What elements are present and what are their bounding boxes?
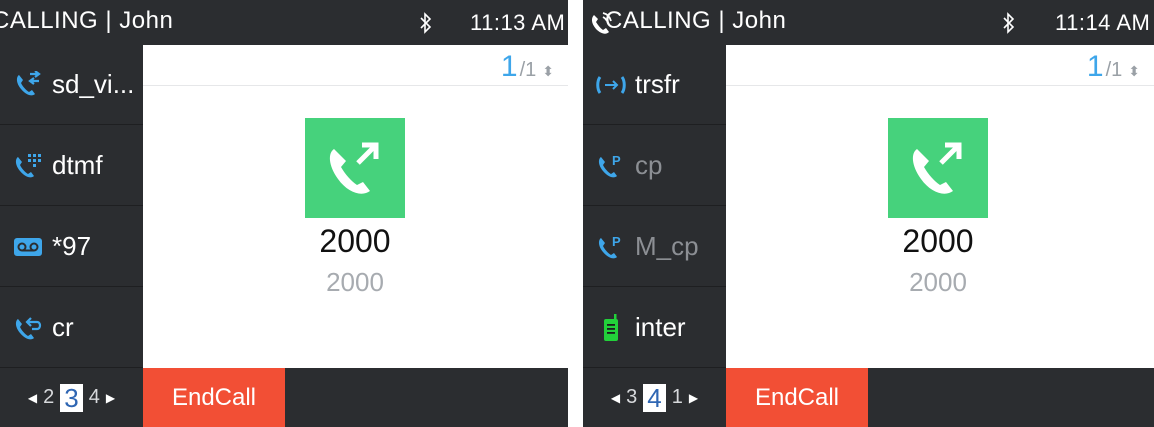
outgoing-call-icon <box>888 118 988 218</box>
image-divider <box>568 0 583 427</box>
call-counter: 1 /1 ⬍ <box>1087 50 1140 84</box>
call-name: 2000 <box>909 267 967 297</box>
side-key-label: *97 <box>52 231 92 261</box>
bluetooth-icon <box>1003 12 1015 34</box>
page-prev-arrow-icon[interactable]: ◀ <box>611 391 620 405</box>
svg-text:P: P <box>612 153 621 168</box>
side-key-label: M_cp <box>635 231 699 261</box>
side-key-label: trsfr <box>635 69 680 99</box>
call-park-icon: P <box>593 150 629 182</box>
softkey-bar: EndCall <box>726 368 1154 427</box>
side-key-label: dtmf <box>52 150 103 180</box>
status-title: CALLING | John <box>605 7 787 34</box>
call-return-icon <box>10 312 46 344</box>
status-time: 11:13 AM <box>470 10 566 35</box>
call-number: 2000 <box>319 223 391 259</box>
up-down-arrow-icon[interactable]: ⬍ <box>542 64 554 78</box>
status-title: CALLING | John <box>0 7 174 34</box>
svg-text:P: P <box>612 234 621 249</box>
side-key-inter[interactable]: inter <box>583 288 726 368</box>
bluetooth-icon <box>420 12 432 34</box>
line-key-sidebar: sd_vi... dtmf *97 cr <box>0 45 143 368</box>
call-counter: 1 /1 ⬍ <box>501 50 554 84</box>
side-key-label: inter <box>635 312 686 342</box>
endcall-button[interactable]: EndCall <box>143 368 285 427</box>
phone-screen-right: CALLING | John 11:14 AM trsfr P cp P M_c… <box>583 0 1154 427</box>
call-name: 2000 <box>326 267 384 297</box>
key-page-indicator[interactable]: ◀ 2 3 4 ▶ <box>0 368 143 427</box>
page-next[interactable]: 4 <box>89 386 100 409</box>
page-prev[interactable]: 2 <box>43 386 54 409</box>
divider <box>726 85 1154 86</box>
page-next[interactable]: 1 <box>672 386 683 409</box>
page-current: 4 <box>643 383 666 412</box>
dtmf-keypad-icon <box>10 150 46 182</box>
page-current: 3 <box>60 383 83 412</box>
call-counter-total: /1 <box>519 59 537 81</box>
side-key-dtmf[interactable]: dtmf <box>0 126 143 206</box>
voicemail-icon <box>10 231 46 263</box>
up-down-arrow-icon[interactable]: ⬍ <box>1128 64 1140 78</box>
call-park-icon: P <box>593 231 629 263</box>
call-counter-total: /1 <box>1105 59 1123 81</box>
intercom-icon <box>593 312 629 344</box>
side-key-label: sd_vi... <box>52 69 135 99</box>
outgoing-call-icon <box>305 118 405 218</box>
softkey-bar: EndCall <box>143 368 568 427</box>
page-next-arrow-icon[interactable]: ▶ <box>106 391 115 405</box>
call-counter-current: 1 <box>500 50 518 83</box>
call-panel: 1 /1 ⬍ 2000 2000 <box>143 45 568 368</box>
call-number: 2000 <box>902 223 974 259</box>
side-key-sd-vi[interactable]: sd_vi... <box>0 45 143 125</box>
side-key-trsfr[interactable]: trsfr <box>583 45 726 125</box>
call-panel: 1 /1 ⬍ 2000 2000 <box>726 45 1154 368</box>
page-next-arrow-icon[interactable]: ▶ <box>689 391 698 405</box>
side-key-voicemail[interactable]: *97 <box>0 207 143 287</box>
status-time: 11:14 AM <box>1055 10 1151 35</box>
line-key-sidebar: trsfr P cp P M_cp inter <box>583 45 726 368</box>
call-counter-current: 1 <box>1086 50 1104 83</box>
call-forward-icon <box>10 69 46 101</box>
side-key-m-cp[interactable]: P M_cp <box>583 207 726 287</box>
side-key-label: cr <box>52 312 74 342</box>
side-key-label: cp <box>635 150 663 180</box>
side-key-cp[interactable]: P cp <box>583 126 726 206</box>
endcall-button[interactable]: EndCall <box>726 368 868 427</box>
status-bar: CALLING | John 11:14 AM <box>583 0 1154 45</box>
side-key-cr[interactable]: cr <box>0 288 143 368</box>
page-prev-arrow-icon[interactable]: ◀ <box>28 391 37 405</box>
transfer-icon <box>593 69 629 101</box>
divider <box>143 85 568 86</box>
page-prev[interactable]: 3 <box>626 386 637 409</box>
status-bar: CALLING | John 11:13 AM <box>0 0 568 45</box>
phone-screen-left: CALLING | John 11:13 AM sd_vi... dtmf *9… <box>0 0 568 427</box>
key-page-indicator[interactable]: ◀ 3 4 1 ▶ <box>583 368 726 427</box>
